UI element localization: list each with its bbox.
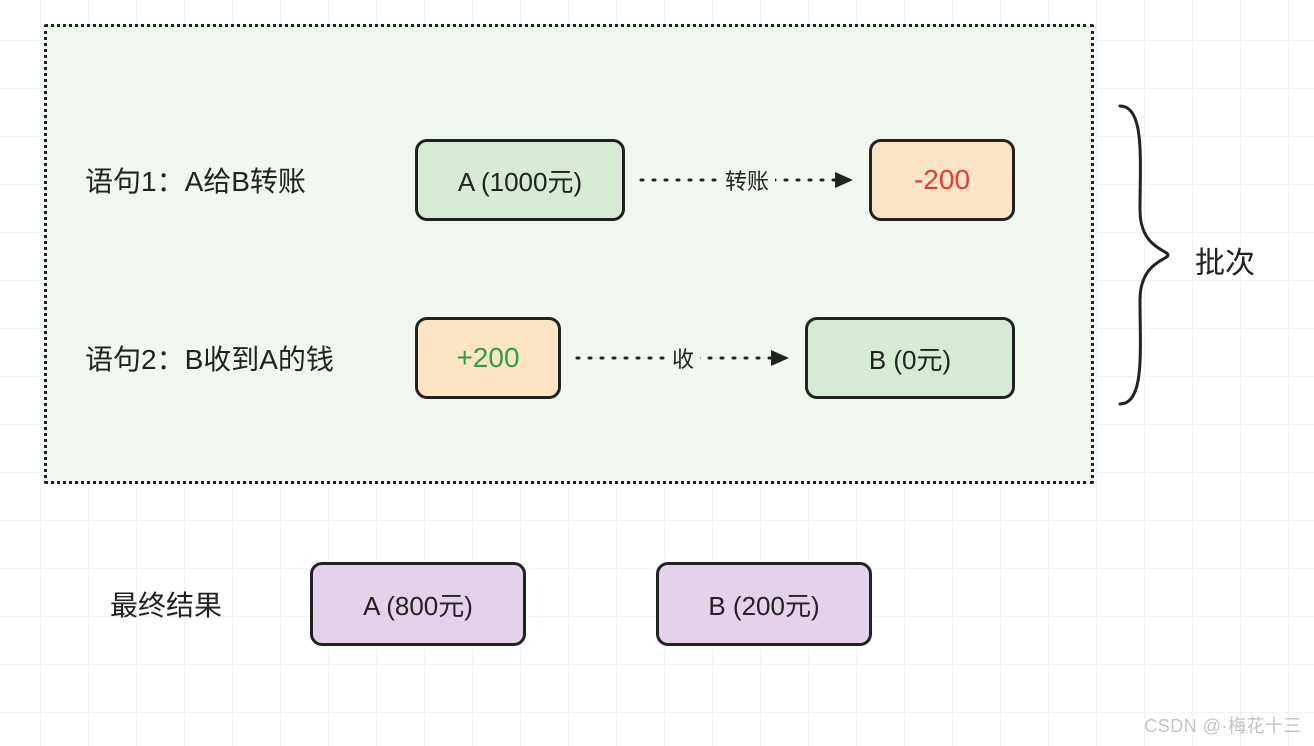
diagram-canvas: 语句1：A给B转账 A (1000元) 转账 -200 语句2：B收到A的钱 +… xyxy=(0,0,1314,746)
statement-row-1: 语句1：A给B转账 A (1000元) 转账 -200 xyxy=(85,139,1015,221)
result-node-b-text: B (200元) xyxy=(708,586,819,623)
result-node-a: A (800元) xyxy=(310,562,526,646)
result-node-b: B (200元) xyxy=(656,562,872,646)
node-minus-200-text: -200 xyxy=(914,164,970,196)
node-plus-200-text: +200 xyxy=(456,342,519,374)
result-label: 最终结果 xyxy=(110,584,310,624)
brace-icon xyxy=(1110,100,1180,410)
batch-side-label: 批次 xyxy=(1195,238,1255,282)
node-plus-200: +200 xyxy=(415,317,561,399)
statement-1-label: 语句1：A给B转账 xyxy=(85,160,415,200)
node-a-balance-text: A (1000元) xyxy=(458,162,582,199)
node-b-balance-text: B (0元) xyxy=(869,340,951,377)
statement-row-2: 语句2：B收到A的钱 +200 收 B (0元) xyxy=(85,317,1015,399)
statement-2-label: 语句2：B收到A的钱 xyxy=(85,338,415,378)
watermark-text: CSDN @·梅花十三 xyxy=(1144,712,1302,738)
batch-container: 语句1：A给B转账 A (1000元) 转账 -200 语句2：B收到A的钱 +… xyxy=(44,24,1094,484)
node-minus-200: -200 xyxy=(869,139,1015,221)
result-row: 最终结果 A (800元) B (200元) xyxy=(110,562,1002,646)
node-a-balance: A (1000元) xyxy=(415,139,625,221)
result-node-a-text: A (800元) xyxy=(363,586,473,623)
arrow-transfer-label: 转账 xyxy=(719,164,775,196)
arrow-receive-label: 收 xyxy=(666,342,700,374)
arrow-receive: 收 xyxy=(575,343,791,373)
arrow-transfer: 转账 xyxy=(639,165,855,195)
node-b-balance: B (0元) xyxy=(805,317,1015,399)
